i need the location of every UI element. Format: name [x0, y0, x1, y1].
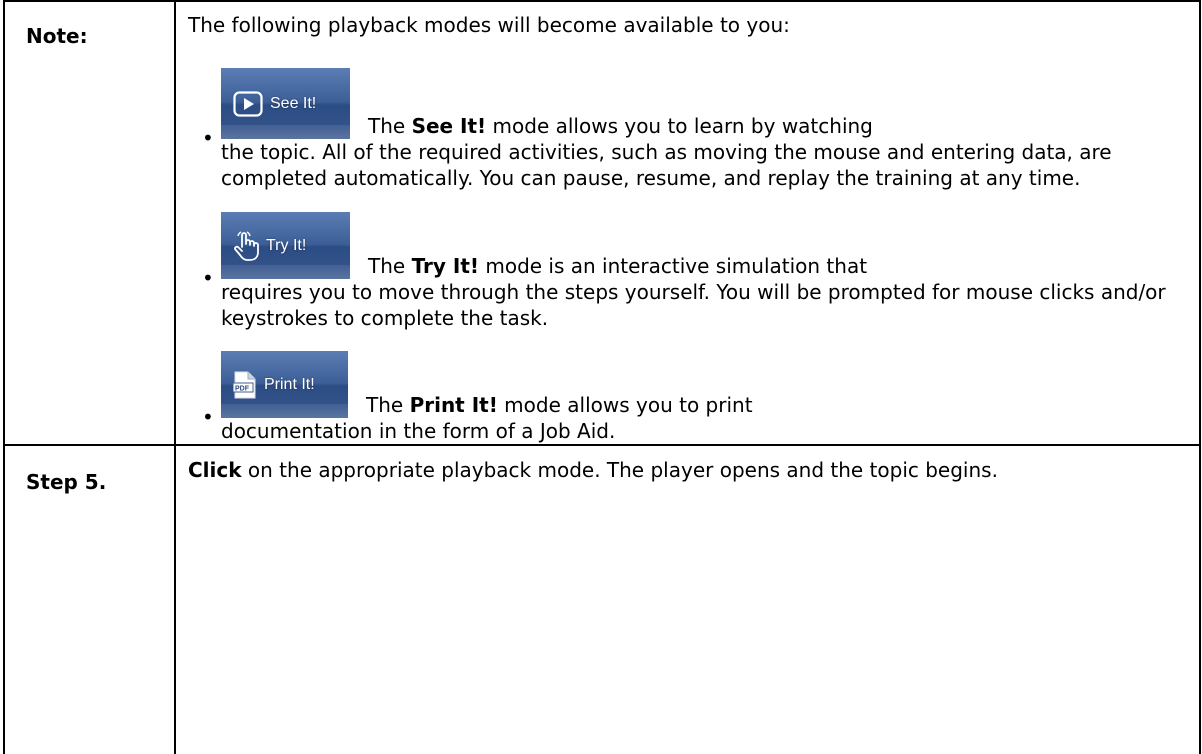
- list-item-try-it: Try It! The Try It! mode is an interacti…: [188, 212, 1193, 331]
- step-row: Step 5. Click on the appropriate playbac…: [3, 444, 1201, 754]
- list-item-print-it: PDF Print It! The Print It! mode allows …: [188, 351, 1193, 444]
- see-it-bold: See It!: [411, 114, 487, 138]
- bullet: •: [202, 126, 214, 150]
- try-it-button[interactable]: Try It!: [221, 212, 350, 279]
- bullet: •: [202, 266, 214, 290]
- note-content-cell: The following playback modes will become…: [174, 0, 1201, 446]
- note-label: Note:: [26, 24, 88, 48]
- try-it-desc-first: The Try It! mode is an interactive simul…: [368, 254, 868, 278]
- play-icon: [233, 90, 263, 117]
- see-it-button-label: See It!: [270, 94, 317, 112]
- step-label-cell: Step 5.: [3, 444, 176, 754]
- see-it-desc-rest: the topic. All of the required activitie…: [221, 140, 1112, 190]
- note-row: Note: The following playback modes will …: [3, 0, 1201, 446]
- see-it-desc-first: The See It! mode allows you to learn by …: [368, 114, 873, 138]
- print-it-bold: Print It!: [409, 393, 498, 417]
- step-bold: Click: [188, 458, 242, 482]
- note-intro: The following playback modes will become…: [188, 13, 790, 37]
- svg-text:PDF: PDF: [235, 385, 250, 392]
- print-it-desc-rest: documentation in the form of a Job Aid.: [221, 419, 616, 443]
- step-text: on the appropriate playback mode. The pl…: [241, 458, 998, 482]
- try-it-button-label: Try It!: [266, 236, 307, 254]
- try-it-bold: Try It!: [411, 254, 479, 278]
- print-it-button[interactable]: PDF Print It!: [221, 351, 348, 418]
- instruction-table: Note: The following playback modes will …: [3, 0, 1201, 754]
- playback-mode-list: See It! The See It! mode allows you to l…: [188, 68, 1193, 444]
- note-label-cell: Note:: [3, 0, 176, 446]
- see-it-button[interactable]: See It!: [221, 68, 350, 139]
- list-item-see-it: See It! The See It! mode allows you to l…: [188, 68, 1193, 191]
- print-it-button-label: Print It!: [264, 375, 315, 393]
- pdf-document-icon: PDF: [233, 371, 257, 399]
- step-label: Step 5.: [26, 470, 107, 494]
- print-it-desc-first: The Print It! mode allows you to print: [366, 393, 753, 417]
- step-content-cell: Click on the appropriate playback mode. …: [174, 444, 1201, 754]
- step-instruction: Click on the appropriate playback mode. …: [188, 446, 1193, 484]
- bullet: •: [202, 405, 214, 429]
- try-it-desc-rest: requires you to move through the steps y…: [221, 280, 1166, 330]
- hand-pointer-icon: [233, 230, 259, 261]
